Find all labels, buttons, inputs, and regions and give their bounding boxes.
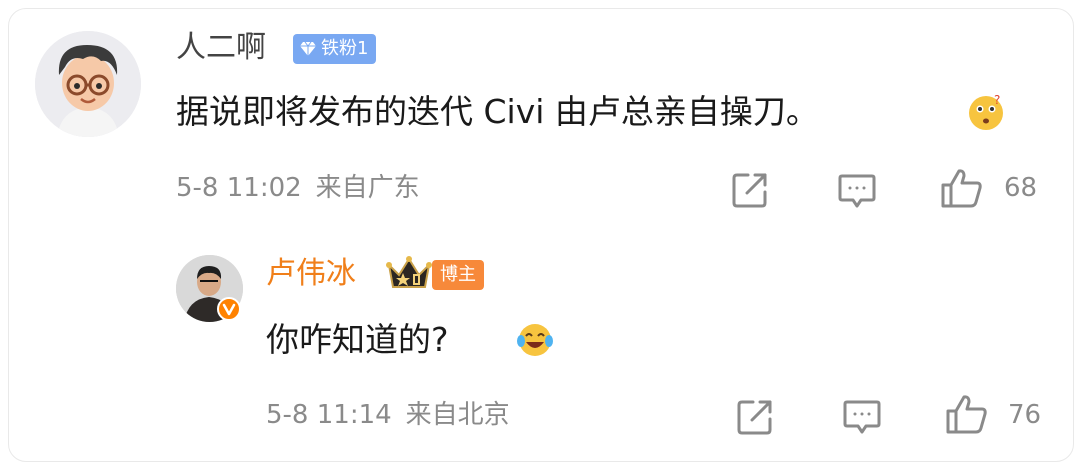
- replier-username[interactable]: 卢伟冰: [266, 257, 356, 291]
- reply-location: 来自北京: [405, 400, 510, 430]
- commenter-username[interactable]: 人二啊: [176, 31, 266, 65]
- reply-meta: 5-8 11:14 来自北京: [266, 400, 510, 430]
- like-count: 76: [1008, 400, 1042, 430]
- comment-location: 来自广东: [315, 173, 420, 203]
- commenter-avatar[interactable]: [35, 31, 141, 137]
- comment-card: [8, 8, 1074, 462]
- blogger-badge: 博主: [432, 260, 484, 290]
- crown-icon: [385, 253, 433, 293]
- fan-badge[interactable]: 铁粉1: [293, 34, 377, 64]
- like-icon[interactable]: [940, 167, 984, 209]
- comment-icon[interactable]: [842, 398, 882, 436]
- comment-meta: 5-8 11:02 来自广东: [176, 173, 420, 203]
- diamond-icon: [300, 41, 316, 56]
- like-icon[interactable]: [945, 393, 989, 435]
- reply-time: 5-8 11:14: [266, 400, 392, 430]
- comment-text: 据说即将发布的迭代 Civi 由卢总亲自操刀。: [176, 92, 819, 131]
- share-icon[interactable]: [730, 170, 770, 210]
- like-count: 68: [1004, 173, 1038, 203]
- share-icon[interactable]: [735, 397, 775, 437]
- reply-text: 你咋知道的?: [266, 320, 449, 359]
- svg-text:?: ?: [994, 93, 1000, 107]
- comment-time: 5-8 11:02: [176, 173, 302, 203]
- verified-badge-icon: [217, 297, 241, 321]
- thinking-face-emoji-icon: ?: [967, 93, 1005, 131]
- comment-icon[interactable]: [837, 172, 877, 210]
- laughing-tears-emoji-icon: [516, 321, 554, 359]
- fan-badge-label: 铁粉1: [321, 38, 369, 59]
